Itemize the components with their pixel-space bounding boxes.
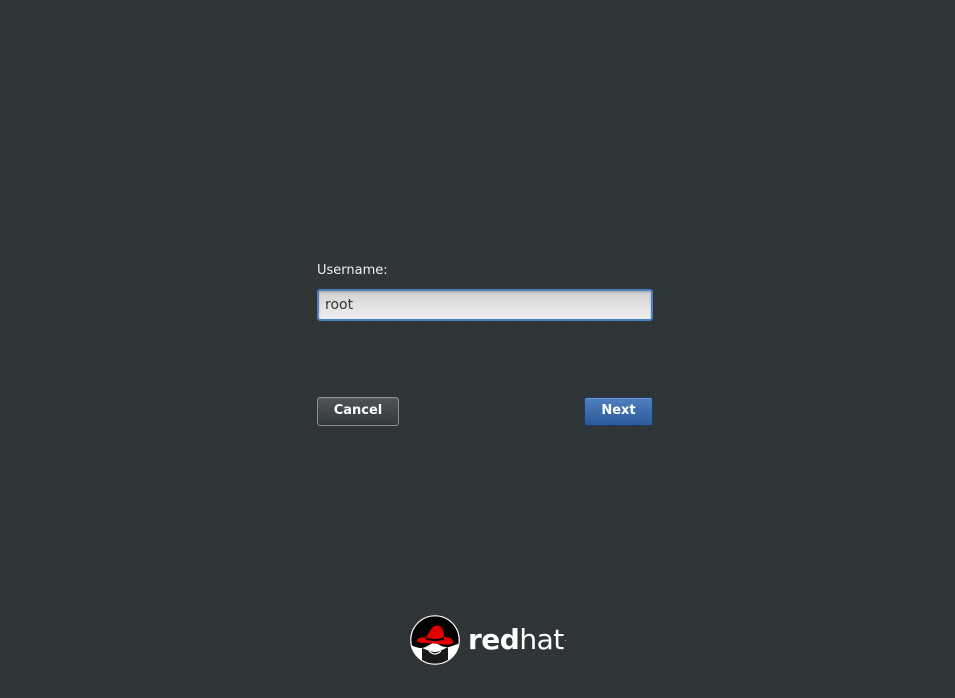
username-input[interactable] [317,289,653,321]
redhat-wordmark: redhat. [468,623,567,657]
username-label: Username: [317,263,388,278]
next-button[interactable]: Next [584,397,653,426]
login-screen: { "login": { "username_label": "Username… [0,0,955,698]
redhat-logo: redhat. [410,615,570,665]
red-hat-shadowman-icon [410,615,460,665]
logo-trademark: . [564,636,567,643]
login-panel: Username: Cancel Next [317,263,653,426]
cancel-button[interactable]: Cancel [317,397,399,426]
logo-text-hat: hat [519,623,564,656]
logo-text-red: red [468,623,520,656]
